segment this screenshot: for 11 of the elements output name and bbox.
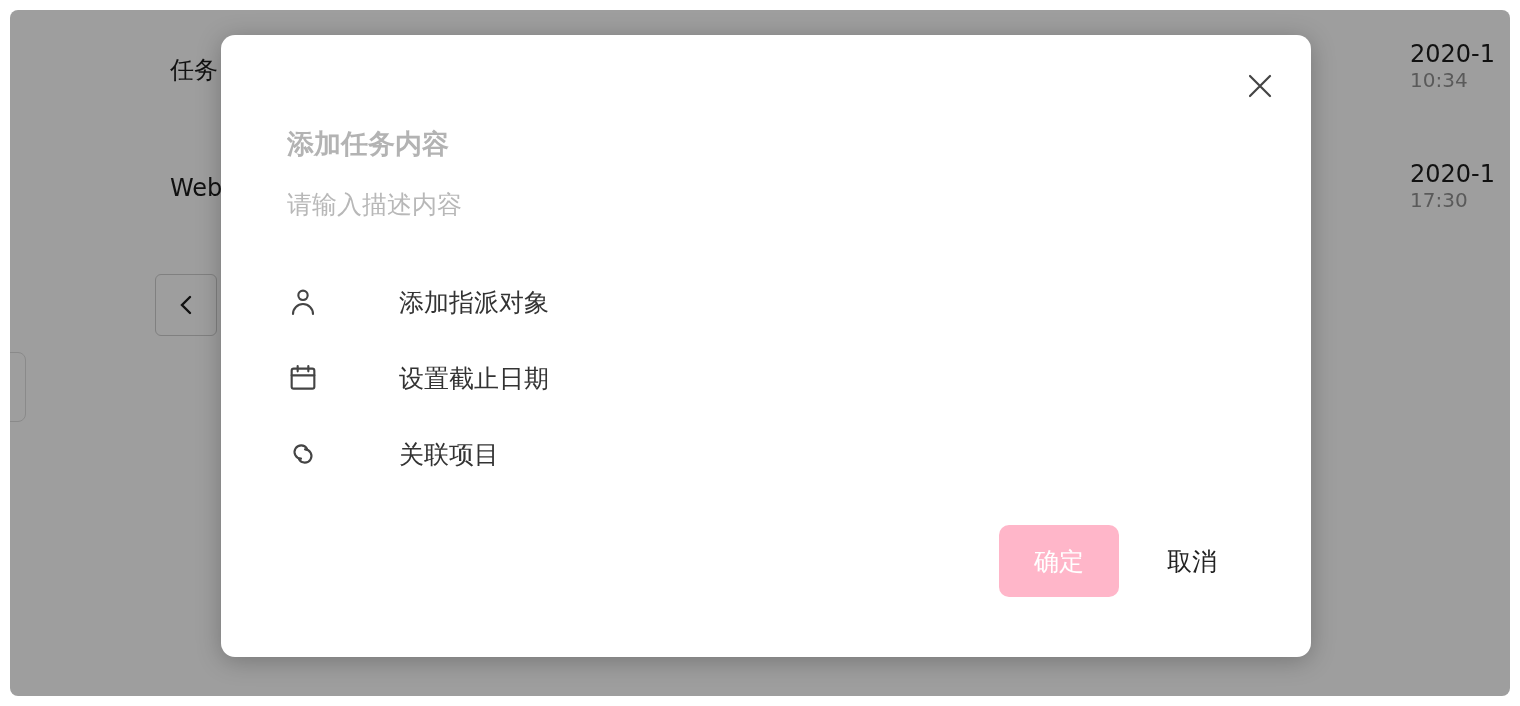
- task-date: 2020-1: [1410, 160, 1496, 188]
- task-time: 10:34: [1410, 68, 1469, 92]
- task-title: 任务: [170, 55, 218, 86]
- option-label[interactable]: 添加指派对象: [399, 285, 549, 319]
- task-title: Web: [170, 174, 223, 204]
- option-label[interactable]: 关联项目: [399, 437, 499, 471]
- cancel-button[interactable]: 取消: [1167, 544, 1217, 578]
- task-time: 17:30: [1410, 188, 1469, 212]
- option-label[interactable]: 设置截止日期: [399, 361, 549, 395]
- back-button[interactable]: [155, 274, 217, 336]
- task-date: 2020-1: [1410, 40, 1496, 68]
